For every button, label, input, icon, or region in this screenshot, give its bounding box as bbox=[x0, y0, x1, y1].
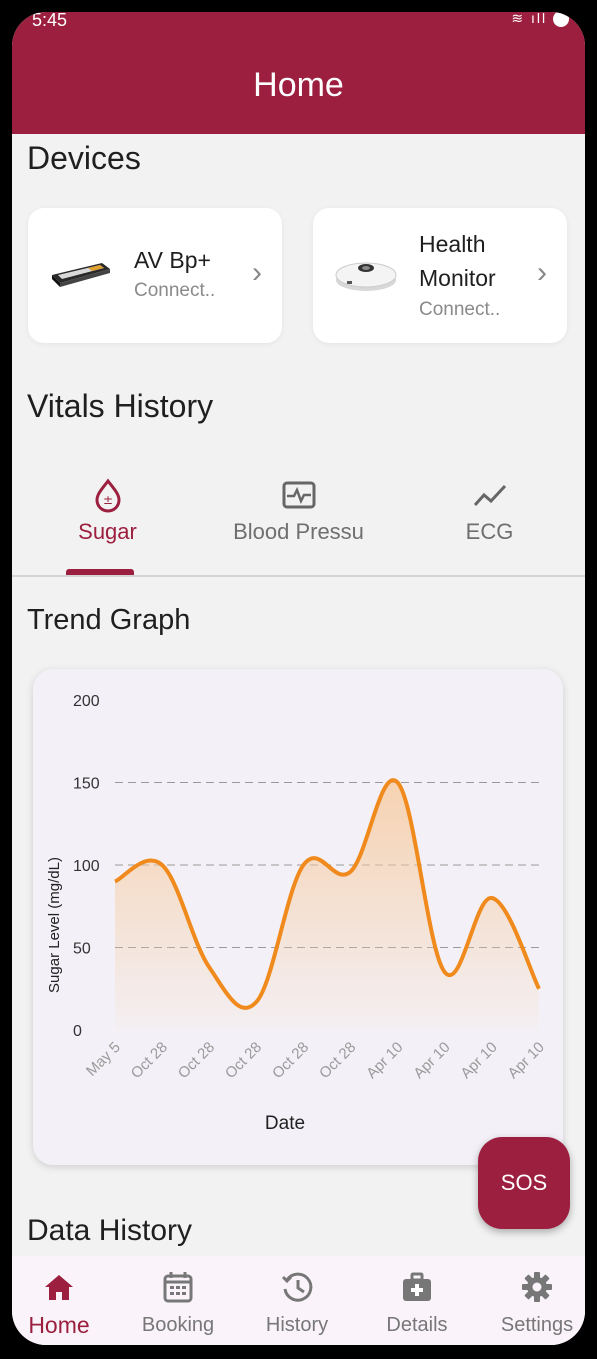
medical-kit-icon bbox=[403, 1272, 431, 1301]
bp-monitor-image bbox=[52, 263, 110, 287]
status-icons: ≋ ıll bbox=[511, 12, 569, 28]
y-tick-label: 150 bbox=[73, 776, 100, 793]
heart-monitor-icon bbox=[282, 481, 315, 509]
trend-line-icon bbox=[473, 484, 506, 507]
device-name-line1: Health bbox=[419, 231, 486, 257]
nav-home[interactable]: Home bbox=[12, 1256, 116, 1345]
status-time: 5:45 bbox=[32, 12, 68, 30]
nav-label: Home bbox=[28, 1312, 90, 1338]
nav-booking[interactable]: Booking bbox=[121, 1256, 235, 1345]
sugar-trend-chart: 050100150200May 5 Oct 28 Oct 28 Oct 28 Oct 2… bbox=[46, 693, 548, 1134]
y-axis-label: Sugar Level (mg/dL) bbox=[46, 857, 63, 993]
devices-title: Devices bbox=[27, 140, 141, 176]
y-tick-label: 50 bbox=[73, 941, 91, 958]
x-tick-label: May 5 bbox=[83, 1039, 124, 1080]
device-card-av-bp[interactable]: AV Bp+ Connect.. › bbox=[28, 208, 282, 343]
home-icon bbox=[45, 1275, 73, 1300]
app-bar: 5:45 ≋ ıll Home bbox=[12, 12, 585, 134]
phone-frame: 5:45 ≋ ıll Home Devices AV Bp+ Connect..… bbox=[0, 0, 597, 1359]
wifi-icon: ≋ bbox=[511, 12, 526, 26]
nav-label: Settings bbox=[500, 1314, 574, 1336]
nav-settings[interactable]: Settings bbox=[480, 1256, 585, 1345]
tab-label: Blood Pressu bbox=[233, 519, 364, 544]
nav-label: Booking bbox=[141, 1314, 215, 1336]
device-status: Connect.. bbox=[134, 280, 216, 301]
health-monitor-image bbox=[335, 262, 397, 291]
series-area bbox=[115, 780, 539, 1030]
chevron-right-icon: › bbox=[537, 256, 547, 289]
tab-label: ECG bbox=[465, 519, 514, 544]
y-tick-label: 200 bbox=[73, 693, 100, 710]
battery-icon bbox=[553, 12, 569, 28]
history-icon bbox=[281, 1272, 313, 1302]
bottom-navigation: Home Booking History Details Settings bbox=[12, 1256, 585, 1345]
tab-ecg[interactable]: ECG bbox=[394, 467, 585, 575]
x-tick-label: Apr 10 bbox=[505, 1039, 548, 1082]
y-tick-label: 100 bbox=[73, 858, 100, 875]
tab-sugar[interactable]: ± Sugar bbox=[12, 467, 203, 575]
x-tick-label: Apr 10 bbox=[457, 1039, 500, 1082]
x-tick-label: Oct 28 bbox=[175, 1039, 218, 1082]
screen: 5:45 ≋ ıll Home Devices AV Bp+ Connect..… bbox=[12, 12, 585, 1345]
tab-active-indicator bbox=[66, 569, 134, 575]
trend-graph-title: Trend Graph bbox=[27, 604, 191, 636]
x-tick-label: Oct 28 bbox=[269, 1039, 312, 1082]
device-status: Connect.. bbox=[419, 299, 501, 320]
sos-button[interactable]: SOS bbox=[478, 1137, 570, 1229]
chevron-right-icon: › bbox=[252, 256, 262, 289]
nav-label: History bbox=[265, 1314, 329, 1336]
x-tick-label: Oct 28 bbox=[128, 1039, 171, 1082]
gear-icon bbox=[522, 1272, 552, 1302]
blood-drop-icon: ± bbox=[94, 478, 121, 513]
data-history-title: Data History bbox=[27, 1214, 193, 1247]
trend-chart-card: 0 50 100 150 200 May 5 Oct 28 Oct 28 Oct 28 Oct 2… bbox=[33, 669, 563, 1165]
nav-details[interactable]: Details bbox=[360, 1256, 474, 1345]
tab-label: Sugar bbox=[78, 519, 137, 544]
x-tick-label: Oct 28 bbox=[222, 1039, 265, 1082]
y-tick-label: 0 bbox=[73, 1023, 82, 1040]
svg-text:±: ± bbox=[102, 493, 112, 507]
vitals-tabs: ± Sugar Blood Pressu ECG bbox=[12, 467, 585, 577]
vitals-history-title: Vitals History bbox=[27, 388, 214, 424]
page-title: Home bbox=[253, 66, 344, 104]
x-tick-label: Apr 10 bbox=[410, 1039, 453, 1082]
nav-history[interactable]: History bbox=[240, 1256, 354, 1345]
x-tick-label: Oct 28 bbox=[316, 1039, 359, 1082]
x-tick-label: Apr 10 bbox=[363, 1039, 406, 1082]
device-name-line2: Monitor bbox=[419, 265, 496, 291]
x-axis-label: Date bbox=[265, 1113, 305, 1134]
calendar-icon bbox=[163, 1272, 193, 1303]
device-name: AV Bp+ bbox=[134, 247, 211, 273]
nav-label: Details bbox=[386, 1314, 448, 1336]
device-card-health-monitor[interactable]: Health Monitor Connect.. › bbox=[313, 208, 567, 343]
signal-icon: ıll bbox=[530, 12, 548, 26]
tab-blood-pressure[interactable]: Blood Pressu bbox=[203, 467, 394, 575]
